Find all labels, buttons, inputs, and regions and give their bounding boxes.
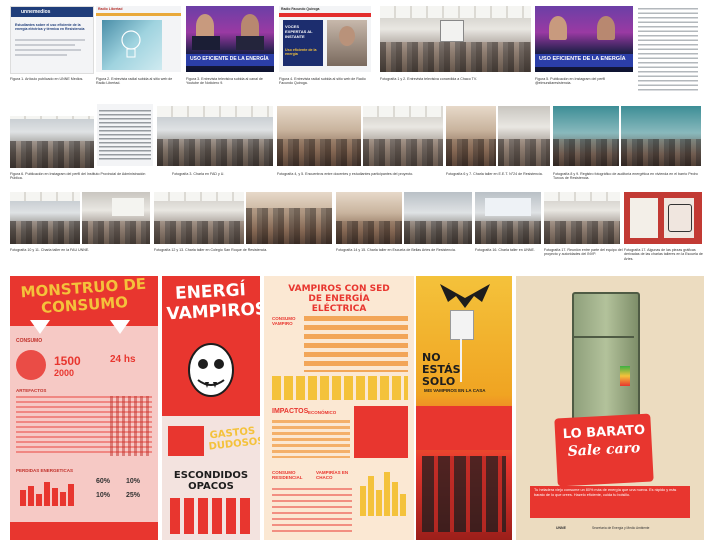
poster1-pct-4: 25% bbox=[126, 492, 141, 499]
caption-fotografia-17b: Fotografía 17. Algunas de las piezas grá… bbox=[624, 248, 703, 261]
tv-banner: USO EFICIENTE DE LA ENERGÍA bbox=[190, 56, 269, 62]
photo-12-san-roque bbox=[154, 192, 244, 244]
instagram-post-text bbox=[97, 104, 153, 166]
radio-badge: VOCES EXPERTAS AL INSTANTE bbox=[285, 24, 313, 39]
article-headline: Estudiantes sobre el uso eficiente de la… bbox=[15, 23, 85, 32]
poster3-section-vampiro: CONSUMO VAMPIRO bbox=[272, 316, 296, 326]
caption-fotografia-17: Fotografía 17. Reunión entre parte del e… bbox=[544, 248, 623, 257]
radio4-site-name: Radio Facundo Quiroga bbox=[281, 7, 320, 11]
caption-fotografia-8-9: Fotografía 8 y 9. Registro fotográfico d… bbox=[553, 172, 698, 181]
bat-icon bbox=[440, 284, 490, 308]
caption-fotografia-3: Fotografía 3. Charla en FAD y U. bbox=[172, 172, 225, 176]
poster-no-estas-solo: NO ESTÁS SOLO MIS VAMPIROS EN LA CASA bbox=[416, 276, 512, 540]
vampire-monster-icon bbox=[188, 343, 234, 397]
poster1-section-artefactos: ARTEFACTOS bbox=[16, 388, 47, 393]
poster-vampiros-con-sed: VAMPIROS CON SED DE ENERGÍA ELÉCTRICA CO… bbox=[264, 276, 414, 540]
instagram-text-column bbox=[638, 6, 700, 94]
poster1-section-perdidas: PERDIDAS ENERGETICAS bbox=[16, 468, 74, 473]
poster3-section-residencial: CONSUMO RESIDENCIAL bbox=[272, 470, 303, 480]
poster3-section-impactos: IMPACTOS bbox=[272, 408, 309, 415]
photo-4-encuentro bbox=[277, 106, 361, 166]
poster1-pct-3: 10% bbox=[96, 492, 111, 499]
photo-10-fau bbox=[10, 192, 80, 244]
caption-fotografia-6-7: Fotografía 6 y 7. Charla taller en E.E.T… bbox=[446, 172, 543, 176]
photo-8-auditoria bbox=[553, 106, 619, 166]
caption-fotografia-12-13: Fotografía 12 y 13. Charla taller en Col… bbox=[154, 248, 268, 252]
photo-5-encuentro bbox=[363, 106, 443, 166]
radio-headline: Uso eficiente de la energía bbox=[285, 48, 317, 57]
poster5-footer-a: UNNE bbox=[556, 526, 566, 530]
poster3-title: VAMPIROS CON SED DE ENERGÍA ELÉCTRICA bbox=[288, 284, 390, 314]
tv-banner-2: USO EFICIENTE DE LA ENERGÍA bbox=[539, 56, 626, 62]
caption-fotografia-1-2: Fotografía 1 y 2. Entrevista televisiva … bbox=[380, 77, 477, 81]
caption-figura-3: Figura 3. Entrevista televisiva subida a… bbox=[186, 77, 263, 86]
poster3-section-economico: ECONÓMICO bbox=[308, 410, 337, 415]
photo-3-fad bbox=[157, 106, 273, 166]
caption-fotografia-14-15: Fotografía 14 y 15. Charla taller en Esc… bbox=[336, 248, 456, 252]
poster1-stat-1: 1500 bbox=[54, 354, 81, 368]
fridge-graphic bbox=[572, 292, 640, 426]
caption-figura-6: Figura 6. Publicación en Instagram del p… bbox=[10, 172, 146, 181]
radio-site-name: Radio Libertad bbox=[98, 7, 123, 11]
photo-11-fau bbox=[82, 192, 150, 244]
photo-16-unne bbox=[475, 192, 541, 244]
poster1-pct-1: 60% bbox=[96, 478, 111, 485]
poster4-subtitle: MIS VAMPIROS EN LA CASA bbox=[424, 388, 486, 393]
lightbulb-icon bbox=[121, 30, 141, 58]
poster-lo-barato-sale-caro: LO BARATO Sale caro Tu heladera viejo co… bbox=[516, 276, 704, 540]
caption-figura-4: Figura 4. Entrevista radial subida al si… bbox=[279, 77, 366, 86]
poster1-bar-graphic bbox=[20, 482, 74, 506]
poster5-footer-b: Secretaría de Energía y Medio Ambiente bbox=[592, 526, 650, 530]
photo-7-eet24 bbox=[498, 106, 550, 166]
photo-1-chaco-tv bbox=[380, 6, 531, 72]
instagram-thumbnail-ipap bbox=[10, 108, 94, 168]
photo-9-auditoria bbox=[621, 106, 701, 166]
photo-14-bellas-artes bbox=[336, 192, 402, 244]
poster3-section-chaco: VAMPIRÍAS EN CHACO bbox=[316, 470, 349, 480]
caption-fotografia-4-5: Fotografía 4, y 5. Encuentros entre doce… bbox=[277, 172, 414, 176]
photo-17-piezas-graficas bbox=[624, 192, 702, 244]
poster-energi-vampiros: ENERGÍ VAMPIROS GASTOS DUDOSOS ESCONDIDO… bbox=[162, 276, 260, 540]
tv-thumbnail-noticiero: USO EFICIENTE DE LA ENERGÍA bbox=[186, 6, 274, 72]
poster1-stat-3: 24 hs bbox=[110, 354, 136, 365]
poster-monstruo-de-consumo: MONSTRUO DE CONSUMO CONSUMO 1500 2000 24… bbox=[10, 276, 158, 540]
caption-fotografia-16: Fotografía 16. Charla taller en UNNE. bbox=[475, 248, 535, 252]
instagram-thumbnail-tv: USO EFICIENTE DE LA ENERGÍA bbox=[535, 6, 633, 72]
caption-fotografia-10-11: Fotografía 10 y 11. Charla taller en la … bbox=[10, 248, 90, 252]
poster1-section-consumo: CONSUMO bbox=[16, 338, 43, 344]
poster3-bar-graphic bbox=[360, 472, 406, 516]
article-thumbnail-unnemedios: unnemedios Estudiantes sobre el uso efic… bbox=[10, 6, 94, 74]
caption-figura-5: Figura 5. Publicación en Instagram del p… bbox=[535, 77, 606, 86]
caption-figura-1: Figura 1. Artículo publicado en UNNE Med… bbox=[10, 77, 84, 81]
radio-thumbnail-facundo-quiroga: Radio Facundo Quiroga VOCES EXPERTAS AL … bbox=[279, 6, 371, 72]
poster4-title: NO ESTÁS SOLO bbox=[422, 351, 461, 388]
poster1-pct-2: 10% bbox=[126, 478, 141, 485]
photo-15-bellas-artes bbox=[404, 192, 472, 244]
photo-17-reunion-invp bbox=[544, 192, 620, 244]
photo-6-eet24 bbox=[446, 106, 496, 166]
poster2-subtitle-b: ESCONDIDOS OPACOS bbox=[173, 470, 249, 492]
monster-teeth-icon bbox=[30, 320, 130, 334]
web-logo: unnemedios bbox=[21, 9, 51, 15]
poster2-title: ENERGÍ VAMPIROS bbox=[166, 280, 260, 325]
caption-figura-2: Figura 2. Entrevista radial subida al si… bbox=[96, 77, 173, 86]
poster1-stat-2: 2000 bbox=[54, 368, 75, 378]
radio-thumbnail-libertad: Radio Libertad bbox=[96, 6, 181, 72]
poster5-body: Tu heladera viejo consume un 80% más de … bbox=[534, 488, 677, 497]
photo-13-san-roque bbox=[246, 192, 332, 244]
